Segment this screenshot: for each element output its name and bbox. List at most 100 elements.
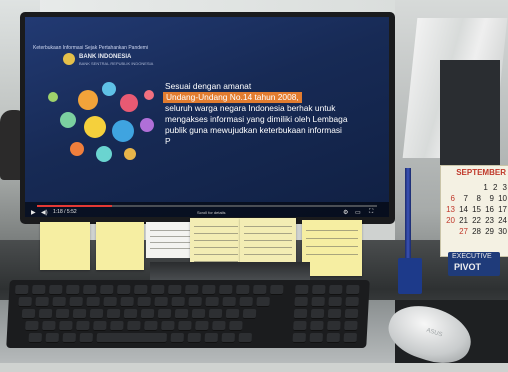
- keyboard-key[interactable]: [65, 285, 80, 295]
- keyboard-key[interactable]: [59, 321, 73, 331]
- numpad-key[interactable]: [345, 297, 359, 307]
- keyboard-key[interactable]: [62, 333, 77, 343]
- keyboard-key[interactable]: [31, 285, 46, 295]
- numpad-key[interactable]: [294, 297, 308, 307]
- keyboard-key[interactable]: [187, 333, 202, 343]
- keyboard-key[interactable]: [239, 297, 253, 307]
- keyboard-key[interactable]: [89, 309, 104, 319]
- keyboard-key[interactable]: [157, 309, 172, 319]
- play-icon[interactable]: ▶: [31, 209, 36, 216]
- keyboard-key[interactable]: [21, 309, 36, 319]
- keyboard-key[interactable]: [99, 285, 114, 295]
- keyboard-key[interactable]: [123, 309, 138, 319]
- numpad-key[interactable]: [309, 333, 324, 343]
- keyboard-key[interactable]: [72, 309, 87, 319]
- keyboard-key[interactable]: [69, 297, 83, 307]
- keyboard-key[interactable]: [167, 285, 182, 295]
- numpad-key[interactable]: [328, 285, 343, 295]
- keyboard-key[interactable]: [191, 309, 206, 319]
- calendar-day: 27: [459, 227, 468, 236]
- bank-logo-icon: [63, 53, 75, 65]
- keyboard-key[interactable]: [188, 297, 202, 307]
- keyboard-key[interactable]: [154, 297, 168, 307]
- keyboard-key[interactable]: [35, 297, 49, 307]
- numpad-key[interactable]: [310, 309, 325, 319]
- keyboard-key[interactable]: [150, 285, 165, 295]
- keyboard-key[interactable]: [178, 321, 192, 331]
- keyboard-key[interactable]: [96, 333, 168, 343]
- numpad-key[interactable]: [327, 309, 342, 319]
- keyboard-key[interactable]: [269, 285, 284, 295]
- keyboard-key[interactable]: [229, 321, 243, 331]
- numpad-key[interactable]: [344, 309, 359, 319]
- numpad-key[interactable]: [310, 321, 324, 331]
- keyboard-key[interactable]: [170, 333, 185, 343]
- numpad-key[interactable]: [293, 321, 307, 331]
- keyboard-key[interactable]: [161, 321, 175, 331]
- keyboard-key[interactable]: [205, 297, 219, 307]
- keyboard-key[interactable]: [195, 321, 209, 331]
- keyboard-key[interactable]: [221, 333, 236, 343]
- keyboard-key[interactable]: [204, 333, 219, 343]
- keyboard-key[interactable]: [93, 321, 107, 331]
- numpad-key[interactable]: [326, 333, 341, 343]
- keyboard-key[interactable]: [238, 333, 253, 343]
- keyboard-key[interactable]: [82, 285, 97, 295]
- numpad-key[interactable]: [345, 285, 360, 295]
- keyboard-key[interactable]: [137, 297, 151, 307]
- keyboard-key[interactable]: [174, 309, 189, 319]
- numpad-key[interactable]: [293, 309, 308, 319]
- keyboard-key[interactable]: [76, 321, 90, 331]
- keyboard-key[interactable]: [140, 309, 155, 319]
- keyboard-key[interactable]: [201, 285, 216, 295]
- keyboard-key[interactable]: [42, 321, 56, 331]
- keyboard-key[interactable]: [79, 333, 94, 343]
- numpad-key[interactable]: [311, 297, 325, 307]
- numpad-key[interactable]: [294, 285, 309, 295]
- keyboard-key[interactable]: [252, 285, 267, 295]
- keyboard-key[interactable]: [235, 285, 250, 295]
- keyboard-key[interactable]: [106, 309, 121, 319]
- keyboard-key[interactable]: [116, 285, 131, 295]
- sign-bottom-text: PIVOT: [454, 262, 482, 272]
- keyboard-key[interactable]: [28, 333, 43, 343]
- keyboard-key[interactable]: [48, 285, 63, 295]
- keyboard-key[interactable]: [208, 309, 223, 319]
- theater-mode-icon[interactable]: ▭: [355, 209, 361, 216]
- keyboard-key[interactable]: [222, 297, 236, 307]
- keyboard-key[interactable]: [86, 297, 100, 307]
- keyboard-key[interactable]: [225, 309, 240, 319]
- keyboard-key[interactable]: [14, 285, 29, 295]
- settings-icon[interactable]: ⚙: [343, 209, 348, 216]
- numpad-key[interactable]: [311, 285, 326, 295]
- keyboard-key[interactable]: [242, 309, 257, 319]
- keyboard-key[interactable]: [45, 333, 60, 343]
- keyboard-key[interactable]: [171, 297, 185, 307]
- numpad-key[interactable]: [343, 333, 358, 343]
- keyboard-key[interactable]: [55, 309, 70, 319]
- keyboard-key[interactable]: [133, 285, 148, 295]
- volume-icon[interactable]: ◀): [41, 209, 48, 216]
- keyboard-key[interactable]: [110, 321, 124, 331]
- keyboard-key[interactable]: [212, 321, 226, 331]
- keyboard[interactable]: [6, 280, 370, 348]
- numpad-key[interactable]: [292, 333, 307, 343]
- keyboard-key[interactable]: [52, 297, 66, 307]
- video-progress-bar[interactable]: [37, 205, 377, 207]
- keyboard-key[interactable]: [103, 297, 117, 307]
- keyboard-key[interactable]: [256, 297, 270, 307]
- keyboard-key[interactable]: [25, 321, 39, 331]
- keyboard-key[interactable]: [120, 297, 134, 307]
- keyboard-key[interactable]: [144, 321, 158, 331]
- keyboard-key[interactable]: [38, 309, 53, 319]
- keyboard-key[interactable]: [218, 285, 233, 295]
- keyboard-key[interactable]: [184, 285, 199, 295]
- numpad-key[interactable]: [327, 321, 341, 331]
- fullscreen-icon[interactable]: ⛶: [369, 209, 373, 216]
- keyboard-key[interactable]: [18, 297, 32, 307]
- keyboard-key[interactable]: [127, 321, 141, 331]
- calendar-day: 22: [472, 216, 481, 225]
- numpad-key[interactable]: [344, 321, 358, 331]
- numpad-key[interactable]: [328, 297, 342, 307]
- video-control-bar: ▶ ◀) 1:18 / 5:52 Scroll for details ⚙ ▭ …: [25, 202, 389, 217]
